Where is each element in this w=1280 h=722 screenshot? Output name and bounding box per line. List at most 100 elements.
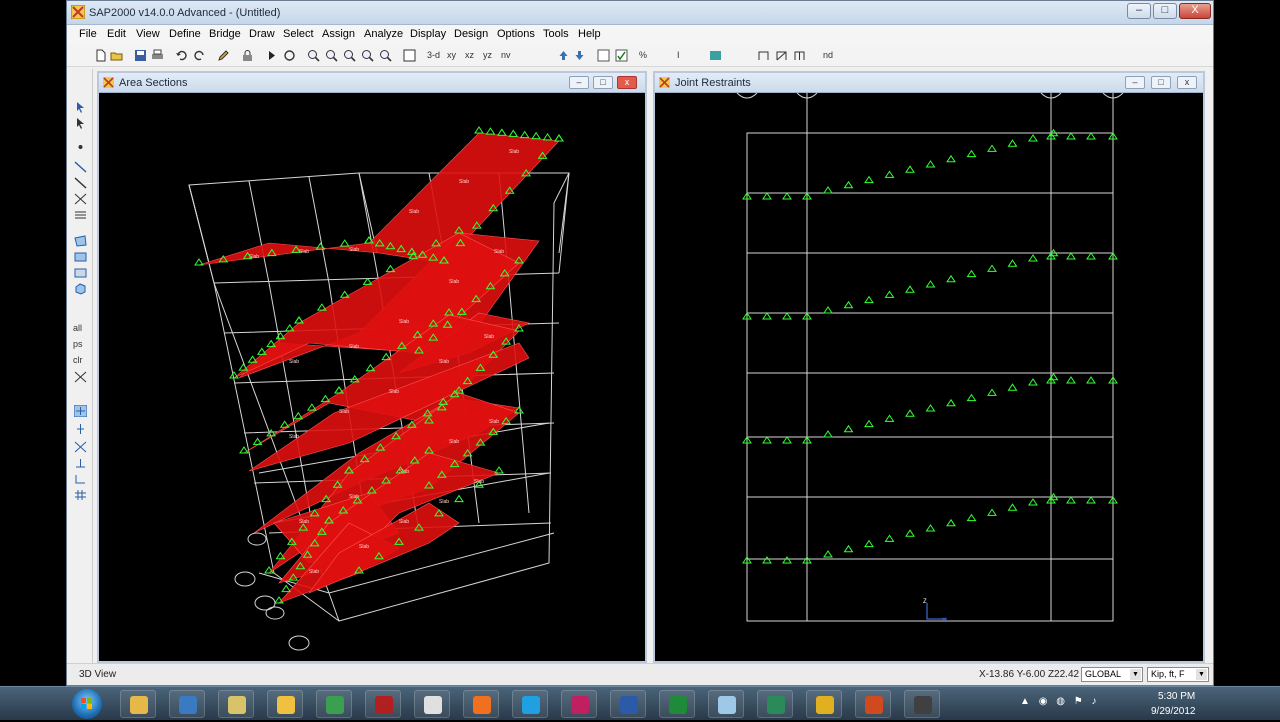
quick-draw-area-icon[interactable] bbox=[74, 267, 87, 279]
move-down-icon[interactable] bbox=[573, 49, 586, 62]
taskbar-notepad-button[interactable] bbox=[708, 690, 744, 718]
display-frames-icon[interactable] bbox=[709, 49, 722, 62]
view-yz-button[interactable]: yz bbox=[483, 50, 492, 60]
menu-draw[interactable]: Draw bbox=[249, 28, 275, 40]
save-icon[interactable] bbox=[134, 49, 147, 62]
area-sections-window[interactable]: Area Sections – □ x Slab Slab Slab Slab … bbox=[97, 71, 647, 663]
taskbar-media-player-button[interactable] bbox=[169, 690, 205, 718]
reshape-icon[interactable] bbox=[74, 117, 87, 129]
taskbar-filezilla-button[interactable] bbox=[365, 690, 401, 718]
menu-display[interactable]: Display bbox=[410, 28, 446, 40]
menu-tools[interactable]: Tools bbox=[543, 28, 569, 40]
coordinate-system-select[interactable]: GLOBAL ▼ bbox=[1081, 667, 1143, 682]
quick-draw-secondary-icon[interactable] bbox=[74, 209, 87, 221]
subwin-close-button[interactable]: x bbox=[1177, 76, 1197, 89]
pencil-icon[interactable] bbox=[217, 49, 230, 62]
intersecting-line-icon[interactable] bbox=[74, 371, 87, 383]
menu-bridge[interactable]: Bridge bbox=[209, 28, 241, 40]
pointer-icon[interactable] bbox=[74, 101, 87, 113]
menu-define[interactable]: Define bbox=[169, 28, 201, 40]
check-icon[interactable] bbox=[615, 49, 628, 62]
snap-ends-icon[interactable] bbox=[74, 423, 87, 435]
zoom-in-icon[interactable] bbox=[307, 49, 320, 62]
subwin-close-button[interactable]: x bbox=[617, 76, 637, 89]
move-up-icon[interactable] bbox=[557, 49, 570, 62]
menu-edit[interactable]: Edit bbox=[107, 28, 126, 40]
start-button[interactable] bbox=[72, 689, 102, 719]
draw-brace-icon[interactable] bbox=[775, 49, 788, 62]
subwin-minimize-button[interactable]: – bbox=[569, 76, 589, 89]
snap-lines-icon[interactable] bbox=[74, 473, 87, 485]
redo-icon[interactable] bbox=[193, 49, 206, 62]
taskbar-firefox-button[interactable] bbox=[463, 690, 499, 718]
taskbar-powerpoint-button[interactable] bbox=[855, 690, 891, 718]
snap-points-icon[interactable] bbox=[74, 405, 87, 417]
percent-icon[interactable]: % bbox=[639, 50, 647, 60]
taskbar-skype-button[interactable] bbox=[512, 690, 548, 718]
taskbar-folder-button[interactable] bbox=[218, 690, 254, 718]
tray-arrow-icon[interactable]: ▲ bbox=[1020, 696, 1030, 707]
close-button[interactable]: X bbox=[1179, 3, 1211, 19]
snap-grid-icon[interactable] bbox=[74, 489, 87, 501]
draw-joint-icon[interactable] bbox=[74, 141, 87, 153]
menu-analyze[interactable]: Analyze bbox=[364, 28, 403, 40]
sync-icon[interactable]: ◍ bbox=[1056, 696, 1065, 707]
flag-icon[interactable]: ⚑ bbox=[1074, 696, 1083, 707]
taskbar-chrome-button[interactable] bbox=[414, 690, 450, 718]
units-select[interactable]: Kip, ft, F ▼ bbox=[1147, 667, 1209, 682]
draw-rect-area-icon[interactable] bbox=[74, 251, 87, 263]
zoom-full-icon[interactable] bbox=[379, 49, 392, 62]
subwin-restore-button[interactable]: □ bbox=[1151, 76, 1171, 89]
subwin-restore-button[interactable]: □ bbox=[593, 76, 613, 89]
clock-date[interactable]: 9/29/2012 bbox=[1151, 706, 1196, 717]
joint-restraints-canvas[interactable]: Z X bbox=[655, 93, 1203, 661]
node-labels-button[interactable]: nd bbox=[823, 50, 833, 60]
area-sections-canvas[interactable]: Slab Slab Slab Slab Slab Slab Slab Slab Slab Slab… bbox=[99, 93, 645, 661]
print-icon[interactable] bbox=[151, 49, 164, 62]
rotate-icon[interactable] bbox=[283, 49, 296, 62]
select-all-button[interactable]: all bbox=[73, 323, 82, 333]
view-xz-button[interactable]: xz bbox=[465, 50, 474, 60]
quick-draw-brace-icon[interactable] bbox=[74, 193, 87, 205]
snap-intersections-icon[interactable] bbox=[74, 441, 87, 453]
draw-frame-tool-icon[interactable] bbox=[74, 161, 87, 173]
view-3d-button[interactable]: 3-d bbox=[427, 50, 440, 60]
taskbar-explorer-button[interactable] bbox=[120, 690, 156, 718]
taskbar-sap2000-button[interactable] bbox=[806, 690, 842, 718]
menu-design[interactable]: Design bbox=[454, 28, 488, 40]
menu-file[interactable]: File bbox=[79, 28, 97, 40]
taskbar-camtasia-button[interactable] bbox=[904, 690, 940, 718]
taskbar-network-button[interactable] bbox=[316, 690, 352, 718]
network-icon[interactable]: ◉ bbox=[1039, 696, 1048, 707]
draw-secondary-icon[interactable] bbox=[793, 49, 806, 62]
quick-draw-frame-icon[interactable] bbox=[74, 177, 87, 189]
menu-options[interactable]: Options bbox=[497, 28, 535, 40]
clock-time[interactable]: 5:30 PM bbox=[1158, 691, 1195, 702]
view-xy-button[interactable]: xy bbox=[447, 50, 456, 60]
lock-icon[interactable] bbox=[241, 49, 254, 62]
zoom-out-icon[interactable] bbox=[325, 49, 338, 62]
taskbar-media-center-button[interactable] bbox=[757, 690, 793, 718]
run-analysis-icon[interactable] bbox=[265, 49, 278, 62]
zoom-window-icon[interactable] bbox=[343, 49, 356, 62]
snap-perpendicular-icon[interactable] bbox=[74, 457, 87, 469]
pan-icon[interactable] bbox=[403, 49, 416, 62]
minimize-button[interactable]: – bbox=[1127, 3, 1151, 19]
subwin-minimize-button[interactable]: – bbox=[1125, 76, 1145, 89]
taskbar-excel-button[interactable] bbox=[659, 690, 695, 718]
taskbar-winrar-button[interactable] bbox=[561, 690, 597, 718]
clear-selection-button[interactable]: clr bbox=[73, 355, 83, 365]
volume-icon[interactable]: ♪ bbox=[1091, 696, 1096, 707]
open-folder-icon[interactable] bbox=[110, 49, 123, 62]
undo-icon[interactable] bbox=[175, 49, 188, 62]
previous-select-button[interactable]: ps bbox=[73, 339, 83, 349]
joint-restraints-window[interactable]: Joint Restraints – □ x Z X bbox=[653, 71, 1205, 663]
view-nv-button[interactable]: nv bbox=[501, 50, 511, 60]
maximize-button[interactable]: □ bbox=[1153, 3, 1177, 19]
menu-assign[interactable]: Assign bbox=[322, 28, 355, 40]
section-cut-icon[interactable]: I bbox=[677, 50, 680, 60]
zoom-previous-icon[interactable] bbox=[361, 49, 374, 62]
draw-poly-area-icon[interactable] bbox=[74, 235, 87, 247]
menu-view[interactable]: View bbox=[136, 28, 160, 40]
menu-select[interactable]: Select bbox=[283, 28, 314, 40]
